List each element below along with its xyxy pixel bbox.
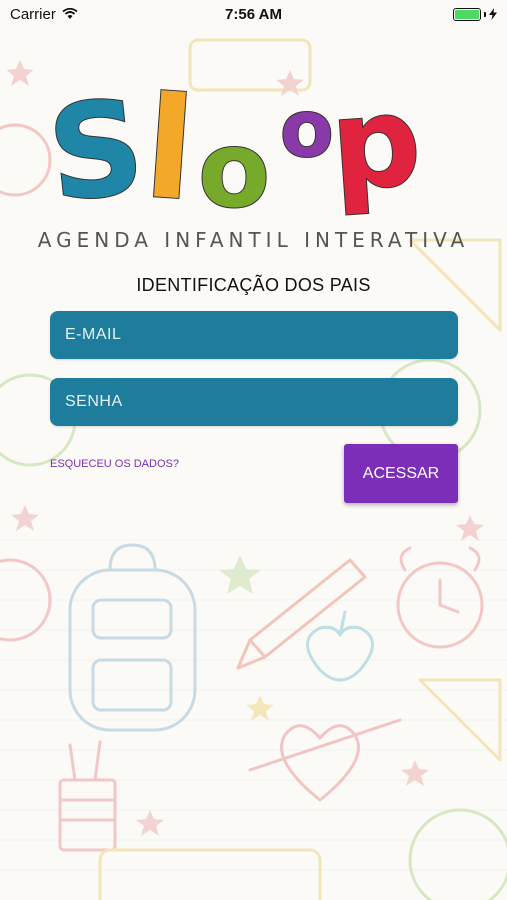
logo-letter-o2: o: [280, 85, 334, 175]
sloop-logo: S l o o p: [50, 78, 426, 218]
submit-button[interactable]: ACESSAR: [344, 444, 458, 503]
form-title: IDENTIFICAÇÃO DOS PAIS: [136, 275, 371, 295]
forgot-data-link[interactable]: ESQUECEU OS DADOS?: [50, 458, 179, 470]
logo-letter-l: l: [140, 78, 199, 218]
status-bar: Carrier 7:56 AM: [0, 0, 507, 28]
wifi-icon: [62, 8, 78, 19]
logo-letter-p: p: [326, 78, 425, 218]
logo-letter-s: S: [50, 78, 151, 218]
carrier-group: Carrier: [10, 6, 78, 23]
logo-tagline: AGENDA INFANTIL INTERATIVA: [37, 228, 470, 252]
carrier-label: Carrier: [10, 5, 56, 23]
battery-group: [453, 7, 497, 21]
logo-letter-o1: o: [198, 109, 270, 218]
battery-icon: [453, 7, 481, 21]
charging-icon: [489, 8, 497, 20]
password-field[interactable]: [50, 378, 458, 426]
battery-tip: [484, 11, 486, 17]
email-field[interactable]: [50, 311, 458, 359]
